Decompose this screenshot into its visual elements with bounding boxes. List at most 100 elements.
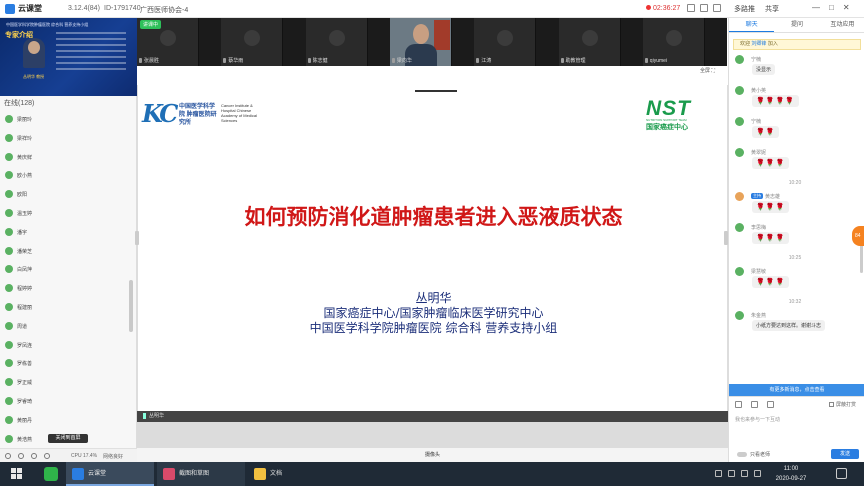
tab-chat[interactable]: 聊天 — [729, 18, 775, 32]
camera-label[interactable]: 摄像头 — [137, 448, 728, 462]
member-item[interactable]: 梁丽玲 — [0, 110, 128, 129]
tray-network-icon[interactable] — [728, 470, 735, 477]
nst-logo: NST NUTRITION SUPPORT TEAM 国家癌症中心 — [646, 97, 691, 132]
chat-tabs: 聊天 提问 互动应用 — [729, 18, 864, 33]
logo-cn-text: 中国医学科学院 肿瘤医院研究所 — [179, 104, 217, 126]
member-name: 黄丽丹 — [17, 417, 33, 424]
member-item[interactable]: 程建丽 — [0, 298, 128, 317]
video-background — [433, 20, 450, 50]
tab-interactive-apps[interactable]: 互动应用 — [820, 18, 864, 32]
cancer-hospital-logo: KC 中国医学科学院 肿瘤医院研究所 Cancer Institute & Ho… — [142, 99, 257, 128]
member-item[interactable]: 程婷婷 — [0, 279, 128, 298]
member-item[interactable]: 梁祥玲 — [0, 129, 128, 148]
video-tile[interactable]: 助教管理 — [558, 18, 621, 66]
network-icon[interactable] — [687, 4, 695, 12]
member-name: 白凤萍 — [17, 267, 33, 274]
member-item[interactable]: 欧小燕 — [0, 166, 128, 185]
chat-scrollbar[interactable] — [860, 243, 863, 273]
member-item[interactable]: 潘宇 — [0, 223, 128, 242]
taskbar-app-documents[interactable]: 文档 — [248, 462, 336, 486]
image-icon[interactable] — [751, 401, 758, 408]
welcome-user: 刘卿锋 — [751, 41, 767, 47]
video-tile[interactable]: 讲课中 张晨胜 — [137, 18, 199, 66]
hand-icon[interactable] — [31, 453, 37, 459]
floating-badge[interactable]: 84 — [852, 226, 864, 246]
camera-icon[interactable] — [700, 4, 708, 12]
member-avatar — [5, 152, 13, 161]
tray-up-icon[interactable] — [715, 470, 722, 477]
member-item[interactable]: 白凤萍 — [0, 260, 128, 279]
flower-icon: 🌹 — [775, 279, 785, 286]
speaker-mic-icon — [143, 412, 146, 419]
video-tile-label: 梁向华 — [391, 57, 412, 64]
video-tile[interactable]: 蔡华雨 — [221, 18, 284, 66]
share-button[interactable]: 共享 — [765, 4, 779, 14]
room-id: ID-1791740 — [104, 5, 141, 12]
member-item[interactable]: 罗栋善 — [0, 354, 128, 373]
cloudclass-icon — [72, 468, 84, 480]
member-item[interactable]: 罗正威 — [0, 373, 128, 392]
more-icon[interactable] — [44, 453, 50, 459]
member-name: 欧阳 — [17, 192, 28, 199]
collapse-left-handle[interactable] — [135, 231, 139, 245]
multi-push-button[interactable]: 多路推 — [734, 4, 755, 14]
taskbar-app-snip[interactable]: 截图和草图 — [157, 462, 245, 486]
chat-message: 黄翠妮 🌹🌹🌹 — [729, 146, 861, 177]
member-item[interactable]: 黄庆鲜 — [0, 148, 128, 167]
chat-input[interactable]: 我也来参与一下互动 — [735, 416, 780, 423]
windows-taskbar: 云课堂 截图和草图 文档 11:00 2020-09-27 — [0, 462, 864, 486]
mic-icon — [560, 58, 564, 64]
member-item[interactable]: 周道 — [0, 317, 128, 336]
fullscreen-label: 全屏 — [700, 68, 711, 74]
member-name: 罗凤连 — [17, 342, 33, 349]
mic-icon[interactable] — [5, 453, 11, 459]
settings-icon[interactable] — [713, 4, 721, 12]
tray-volume-icon[interactable] — [741, 470, 748, 477]
member-item[interactable]: 黄丽丹 — [0, 411, 128, 430]
cpu-usage: CPU 17.4% — [71, 453, 98, 459]
video-tile[interactable]: 江涛 — [474, 18, 537, 66]
taskbar-app-cloudclass[interactable]: 云课堂 — [66, 462, 154, 486]
block-gifts-checkbox[interactable]: 屏蔽打赏 — [829, 401, 856, 408]
member-list-scrollbar[interactable] — [129, 280, 133, 332]
notification-icon[interactable] — [836, 468, 847, 479]
emoji-icon[interactable] — [735, 401, 742, 408]
video-tile-label: 张晨胜 — [139, 57, 159, 64]
chat-messages[interactable]: 宁楠 没显示 黄小英 🌹🌹🌹🌹 宁楠 🌹🌹 黄翠妮 🌹🌹🌹 10:20 主持 黄志雄 🌹🌹🌹 李思梅 🌹🌹… — [729, 53, 861, 340]
close-button[interactable]: ✕ — [843, 3, 850, 12]
member-item[interactable]: 欧阳 — [0, 185, 128, 204]
member-avatar — [5, 284, 13, 293]
member-item[interactable]: 罗睿琦 — [0, 392, 128, 411]
member-list[interactable]: 梁丽玲 梁祥玲 黄庆鲜 欧小燕欧阳温玉婷 潘宇 潘荣芝白凤萍程婷婷 程建丽 周道罗凤连罗栋善罗… — [0, 110, 128, 467]
windows-start-icon[interactable] — [11, 468, 23, 480]
chat-avatar — [735, 117, 744, 126]
video-tile[interactable]: qiyumei — [642, 18, 705, 66]
text-format-icon[interactable] — [767, 401, 774, 408]
close-to-first-screen-button[interactable]: 关闭到首屏 — [48, 434, 88, 443]
member-item[interactable]: 温玉婷 — [0, 204, 128, 223]
tray-ime-icon[interactable] — [754, 470, 761, 477]
wechat-icon[interactable] — [44, 467, 58, 481]
member-name: 罗栋善 — [17, 361, 33, 368]
only-teacher-toggle[interactable]: 只看老师 — [737, 451, 770, 458]
maximize-button[interactable]: □ — [829, 3, 834, 12]
video-tile[interactable]: 陈志健 — [305, 18, 368, 66]
send-button[interactable]: 发送 — [831, 449, 859, 459]
fullscreen-button[interactable]: 全屏 ⛶ — [700, 67, 715, 74]
mic-icon — [223, 58, 227, 64]
minimize-button[interactable]: — — [812, 3, 820, 12]
member-name: 黄浩燕 — [17, 436, 33, 443]
chat-avatar — [735, 148, 744, 157]
member-item[interactable]: 潘荣芝 — [0, 242, 128, 261]
video-tile-label: 江涛 — [476, 57, 491, 64]
video-tile[interactable]: 梁向华 — [389, 18, 452, 66]
chat-message: 黄小英 🌹🌹🌹🌹 — [729, 84, 861, 115]
taskbar-clock[interactable]: 11:00 2020-09-27 — [768, 464, 814, 484]
member-item[interactable]: 罗凤连 — [0, 336, 128, 355]
new-messages-bar[interactable]: 有更多新消息，点击查看 — [729, 384, 864, 396]
tab-questions[interactable]: 提问 — [774, 18, 819, 32]
speaker-icon[interactable] — [18, 453, 24, 459]
banner-bio-lines — [56, 32, 126, 74]
video-tile-name: 助教管理 — [565, 58, 586, 64]
video-tile-label: 助教管理 — [560, 57, 586, 64]
